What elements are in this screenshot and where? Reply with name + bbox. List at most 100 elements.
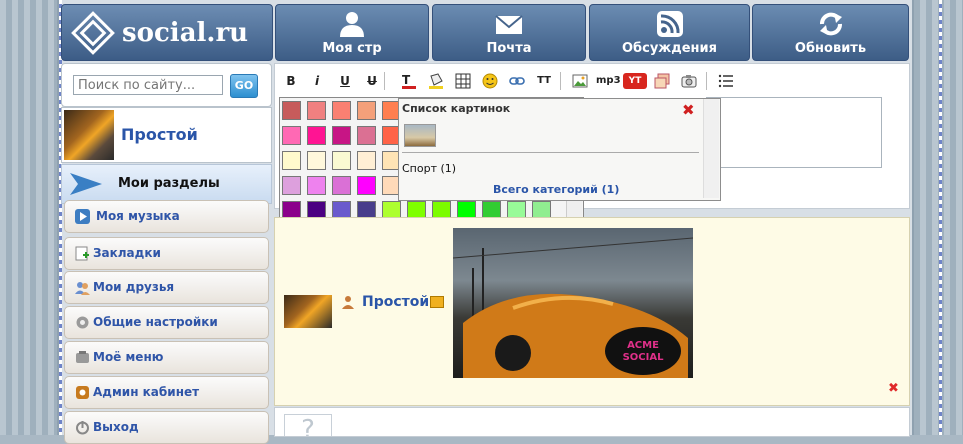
search-go-button[interactable]: GO [230,74,258,98]
avatar[interactable] [64,110,114,160]
refresh-icon [819,12,842,36]
color-swatch[interactable] [357,176,376,195]
list-icon[interactable] [718,73,734,89]
profile-card[interactable]: Простой [61,107,272,163]
arrow-icon [70,173,102,195]
sidebar-item-music[interactable]: Моя музыка [64,200,269,233]
sidebar-item-settings[interactable]: Общие настройки [64,306,269,339]
svg-text:T: T [402,73,411,87]
sidebar-item-label: Моё меню [93,350,164,364]
post-author-avatar[interactable] [284,295,332,328]
bookmark-icon [75,246,89,261]
image-category[interactable]: Спорт (1) [402,162,456,175]
sidebar-item-label: Мои друзья [93,280,175,294]
gear-icon [76,316,89,329]
admin-icon [76,386,89,399]
play-icon [75,209,90,224]
image-categories-total[interactable]: Всего категорий (1) [493,183,619,196]
user-icon [342,296,354,309]
post-photo[interactable]: ACME SOCIAL [453,228,693,378]
color-swatch[interactable] [307,126,326,145]
color-swatch[interactable] [282,101,301,120]
logo-icon [71,10,115,55]
color-swatch[interactable] [307,151,326,170]
sidebar-item-admin[interactable]: Админ кабинет [64,376,269,409]
nav-label: Обновить [794,41,867,56]
page-background-left [0,0,58,435]
nav-label: Моя стр [322,41,382,56]
color-swatch[interactable] [282,151,301,170]
profile-name[interactable]: Простой [121,125,198,144]
color-swatch[interactable] [357,101,376,120]
sidebar-item-friends[interactable]: Мои друзья [64,271,269,304]
sidebar-item-label: Админ кабинет [93,385,200,399]
nav-refresh-button[interactable]: Обновить [752,4,909,61]
mp3-button[interactable]: mp3 [596,70,621,92]
status-badge [430,296,444,308]
sidebar-item-logout[interactable]: Выход [64,411,269,444]
underline-button[interactable]: U [338,70,352,92]
bold-button[interactable]: B [284,70,298,92]
search-box: GO [61,63,272,107]
svg-text:ACME: ACME [627,340,659,351]
image-thumbnail[interactable] [404,124,436,147]
color-swatch[interactable] [307,101,326,120]
toolbar-divider [560,72,561,90]
camera-icon[interactable] [681,73,697,89]
smiley-icon[interactable] [482,73,498,89]
nav-label: Почта [486,41,532,56]
text-color-icon[interactable]: T [401,72,417,90]
page-background-right [908,0,963,435]
question-icon: ? [284,414,332,436]
nav-mail-button[interactable]: Почта [432,4,586,61]
color-swatch[interactable] [332,176,351,195]
svg-text:SOCIAL: SOCIAL [623,352,665,363]
link-icon[interactable] [509,73,525,89]
image-list-scrollbar[interactable] [703,99,719,198]
strike-button[interactable]: U [365,70,379,92]
rss-icon [656,11,683,37]
youtube-button[interactable]: YT [623,73,647,89]
bg-color-icon[interactable] [428,72,444,90]
menu-icon [76,351,89,363]
bottom-panel [274,407,910,437]
power-icon [76,421,89,435]
sidebar-item-label: Моя музыка [96,209,180,223]
search-input[interactable] [73,75,223,95]
color-swatch[interactable] [332,126,351,145]
post-author-name[interactable]: Простой [362,294,429,310]
delete-post-icon[interactable]: ✖ [888,381,899,396]
sidebar-item-label: Закладки [93,246,161,260]
nav-discussions-button[interactable]: Обсуждения [589,4,750,61]
sidebar-item-label: Общие настройки [93,315,218,329]
image-icon[interactable] [572,73,588,89]
user-icon [340,12,364,37]
color-swatch[interactable] [357,151,376,170]
table-icon[interactable] [455,73,471,89]
message-textarea[interactable] [706,97,882,168]
logo-text: social.ru [122,17,249,48]
color-swatch[interactable] [332,101,351,120]
mail-icon [495,15,523,34]
nav-label: Обсуждения [622,41,717,56]
site-logo[interactable]: social.ru [61,4,273,61]
sections-title: Мои разделы [118,176,220,191]
image-list-title: Список картинок [402,102,511,115]
color-swatch[interactable] [282,126,301,145]
nav-my-page-button[interactable]: Моя стр [275,4,429,61]
close-icon[interactable]: ✖ [682,101,695,119]
gallery-icon[interactable] [654,73,670,89]
color-swatch[interactable] [282,176,301,195]
sidebar-item-bookmarks[interactable]: Закладки [64,237,269,270]
friends-icon [75,282,90,295]
font-size-button[interactable]: TT [536,70,552,92]
car-photo-image: ACME SOCIAL [453,237,693,378]
sidebar-item-label: Выход [93,420,139,434]
decorative-border-right [939,0,942,435]
color-swatch[interactable] [332,151,351,170]
divider [402,152,699,153]
sidebar-item-my-menu[interactable]: Моё меню [64,341,269,374]
italic-button[interactable]: i [310,70,324,92]
color-swatch[interactable] [357,126,376,145]
color-swatch[interactable] [307,176,326,195]
